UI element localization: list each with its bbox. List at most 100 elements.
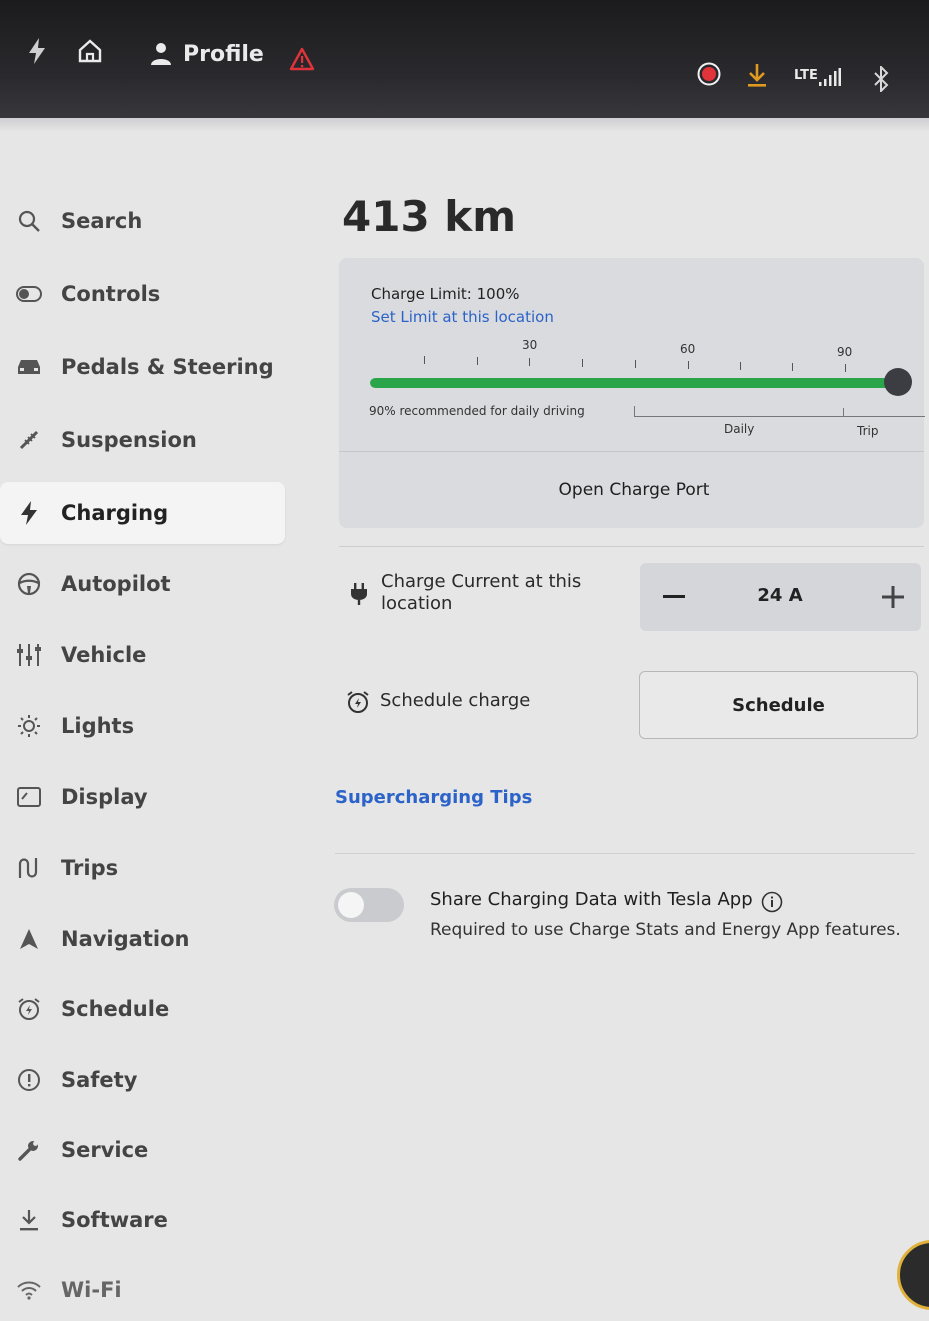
home-icon[interactable] bbox=[77, 38, 103, 64]
share-data-subtitle: Required to use Charge Stats and Energy … bbox=[430, 920, 901, 940]
sidebar-item-label: Service bbox=[61, 1138, 149, 1162]
sidebar-item-pedals-steering[interactable]: Pedals & Steering bbox=[0, 336, 285, 398]
sidebar-item-autopilot[interactable]: Autopilot bbox=[0, 553, 285, 615]
sidebar-item-software[interactable]: Software bbox=[0, 1189, 285, 1251]
toggle-knob bbox=[338, 892, 364, 918]
charge-current-stepper: 24 A bbox=[640, 563, 921, 631]
scale-tick bbox=[740, 362, 741, 370]
plug-icon bbox=[350, 582, 368, 610]
charge-limit-slider-fill bbox=[370, 378, 898, 388]
divider bbox=[335, 853, 915, 854]
charge-current-label: Charge Current at this location bbox=[381, 571, 582, 614]
charge-current-value: 24 A bbox=[757, 585, 803, 606]
sidebar-item-label: Pedals & Steering bbox=[61, 355, 274, 379]
network-label: LTE bbox=[794, 68, 818, 83]
scale-tick bbox=[582, 359, 583, 367]
sidebar-item-label: Lights bbox=[61, 714, 135, 738]
schedule-button[interactable]: Schedule bbox=[639, 671, 918, 739]
minus-icon bbox=[663, 595, 685, 598]
sidebar-item-label: Wi-Fi bbox=[61, 1278, 122, 1302]
sidebar-item-wifi[interactable]: Wi-Fi bbox=[0, 1259, 285, 1321]
sidebar-item-service[interactable]: Service bbox=[0, 1119, 285, 1181]
sidebar-item-label: Autopilot bbox=[61, 572, 171, 596]
daily-trip-bracket bbox=[634, 406, 925, 417]
person-icon[interactable] bbox=[150, 42, 172, 66]
increase-current-button[interactable] bbox=[873, 577, 913, 617]
sidebar-item-lights[interactable]: Lights bbox=[0, 695, 285, 757]
bolt-icon[interactable] bbox=[27, 38, 47, 64]
recommended-text: 90% recommended for daily driving bbox=[369, 404, 585, 418]
record-icon[interactable] bbox=[697, 62, 721, 86]
alarm-icon bbox=[16, 996, 42, 1022]
sidebar-item-label: Search bbox=[61, 209, 143, 233]
trip-label: Trip bbox=[857, 424, 879, 438]
scale-label-30: 30 bbox=[522, 338, 538, 352]
sidebar-item-charging[interactable]: Charging bbox=[0, 482, 285, 544]
set-limit-link[interactable]: Set Limit at this location bbox=[371, 308, 554, 326]
sidebar-item-label: Suspension bbox=[61, 428, 197, 452]
sidebar-item-label: Vehicle bbox=[61, 643, 147, 667]
scale-tick bbox=[792, 363, 793, 371]
profile-label[interactable]: Profile bbox=[183, 42, 264, 67]
light-icon bbox=[16, 713, 42, 739]
sidebar-item-controls[interactable]: Controls bbox=[0, 263, 285, 325]
bracket-divider bbox=[843, 408, 844, 416]
sidebar-item-safety[interactable]: Safety bbox=[0, 1049, 285, 1111]
scale-tick bbox=[424, 356, 425, 364]
scale-tick bbox=[529, 358, 530, 366]
sidebar-item-label: Safety bbox=[61, 1068, 138, 1092]
download-icon[interactable] bbox=[746, 62, 768, 88]
scale-tick bbox=[635, 360, 636, 368]
sidebar-item-label: Controls bbox=[61, 282, 161, 306]
daily-label: Daily bbox=[724, 422, 755, 436]
scale-tick bbox=[845, 364, 846, 372]
sidebar-item-trips[interactable]: Trips bbox=[0, 837, 285, 899]
sidebar-item-display[interactable]: Display bbox=[0, 766, 285, 828]
sidebar-item-vehicle[interactable]: Vehicle bbox=[0, 624, 285, 686]
sidebar-item-label: Trips bbox=[61, 856, 119, 880]
sidebar-item-label: Navigation bbox=[61, 927, 190, 951]
schedule-charge-label: Schedule charge bbox=[380, 690, 531, 711]
sidebar-item-label: Charging bbox=[61, 501, 169, 525]
alarm-icon bbox=[346, 690, 370, 718]
share-data-toggle[interactable] bbox=[334, 888, 404, 922]
bolt-icon bbox=[16, 500, 42, 526]
charge-limit-slider-handle[interactable] bbox=[884, 368, 912, 396]
scale-tick bbox=[477, 357, 478, 365]
suspension-icon bbox=[16, 427, 42, 453]
trips-icon bbox=[16, 855, 42, 881]
decrease-current-button[interactable] bbox=[654, 577, 694, 617]
scale-label-90: 90 bbox=[837, 345, 853, 359]
info-icon[interactable] bbox=[761, 891, 783, 917]
car-icon bbox=[16, 354, 42, 380]
toggle-icon bbox=[16, 281, 42, 307]
bluetooth-icon[interactable] bbox=[872, 66, 890, 92]
sidebar-item-suspension[interactable]: Suspension bbox=[0, 409, 285, 471]
wifi-icon bbox=[16, 1277, 42, 1303]
sidebar-item-navigation[interactable]: Navigation bbox=[0, 908, 285, 970]
wrench-icon bbox=[16, 1137, 42, 1163]
display-icon bbox=[16, 784, 42, 810]
sidebar-item-search[interactable]: Search bbox=[0, 190, 285, 252]
download-icon bbox=[16, 1207, 42, 1233]
screen-edge bbox=[0, 118, 929, 132]
scale-label-60: 60 bbox=[680, 342, 696, 356]
assistant-icon[interactable] bbox=[897, 1240, 929, 1310]
supercharging-tips-link[interactable]: Supercharging Tips bbox=[335, 787, 532, 808]
sidebar-item-label: Display bbox=[61, 785, 148, 809]
divider bbox=[339, 546, 924, 547]
open-charge-port-button[interactable]: Open Charge Port bbox=[339, 480, 929, 500]
sidebar-item-label: Software bbox=[61, 1208, 168, 1232]
range-display: 413 km bbox=[342, 192, 516, 241]
signal-icon bbox=[819, 68, 841, 86]
safety-icon bbox=[16, 1067, 42, 1093]
search-icon bbox=[16, 208, 42, 234]
plus-icon bbox=[882, 586, 904, 608]
charge-limit-label: Charge Limit: 100% bbox=[371, 285, 520, 303]
charge-limit-card: Charge Limit: 100% Set Limit at this loc… bbox=[339, 258, 925, 528]
warning-icon[interactable] bbox=[289, 47, 315, 71]
steering-wheel-icon bbox=[16, 571, 42, 597]
sidebar-item-schedule[interactable]: Schedule bbox=[0, 978, 285, 1040]
charge-limit-slider-track[interactable] bbox=[370, 378, 898, 388]
sliders-icon bbox=[16, 642, 42, 668]
